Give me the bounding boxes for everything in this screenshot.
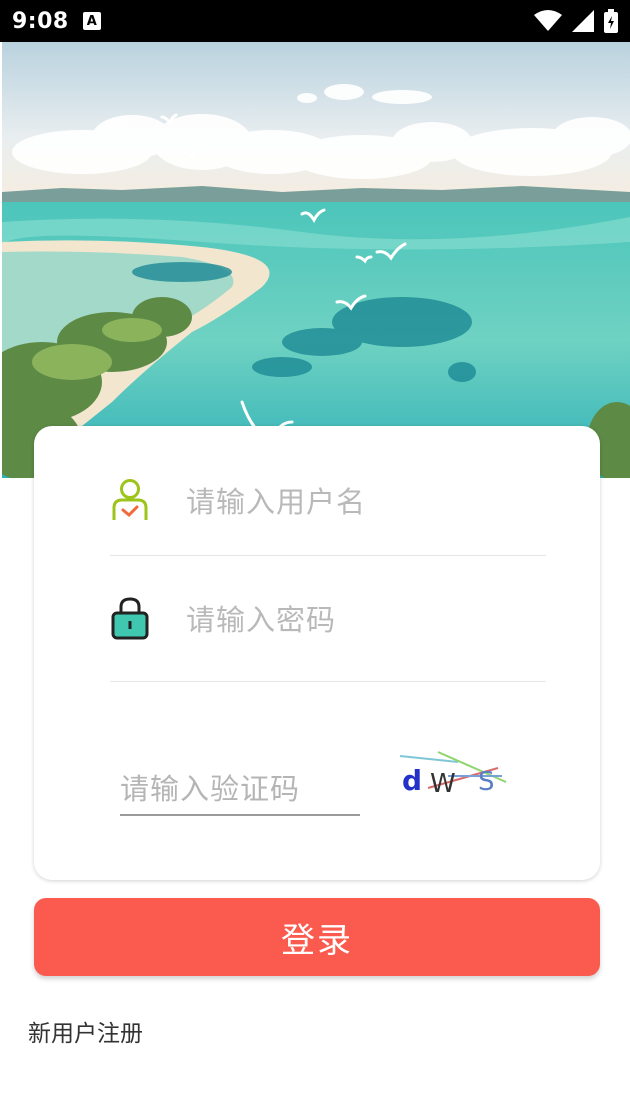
captcha-input[interactable]: 请输入验证码: [120, 760, 360, 816]
captcha-char-1: d: [402, 764, 422, 797]
hero-illustration: [2, 42, 630, 478]
status-bar: 9:08 A: [0, 0, 630, 42]
password-placeholder: 请输入密码: [186, 603, 337, 637]
username-placeholder: 请输入用户名: [186, 484, 367, 519]
wifi-icon: [534, 10, 562, 31]
login-card: 请输入用户名 请输入密码 请输入验证码 d W S: [34, 426, 600, 880]
captcha-placeholder: 请输入验证码: [120, 772, 301, 806]
status-icons: [534, 9, 618, 33]
signal-icon: [572, 10, 594, 32]
username-field[interactable]: 请输入用户名: [110, 444, 546, 556]
captcha-char-3: S: [478, 767, 495, 797]
notification-icon: A: [82, 12, 101, 30]
battery-icon: [604, 9, 618, 33]
password-field[interactable]: 请输入密码: [110, 555, 546, 682]
status-time: 9:08: [12, 8, 69, 34]
captcha-image[interactable]: d W S: [398, 748, 508, 798]
user-icon: [110, 478, 150, 522]
captcha-char-2: W: [430, 769, 456, 798]
login-button[interactable]: 登录: [34, 898, 600, 976]
lock-icon: [110, 596, 150, 640]
register-link[interactable]: 新用户注册: [28, 1014, 143, 1048]
